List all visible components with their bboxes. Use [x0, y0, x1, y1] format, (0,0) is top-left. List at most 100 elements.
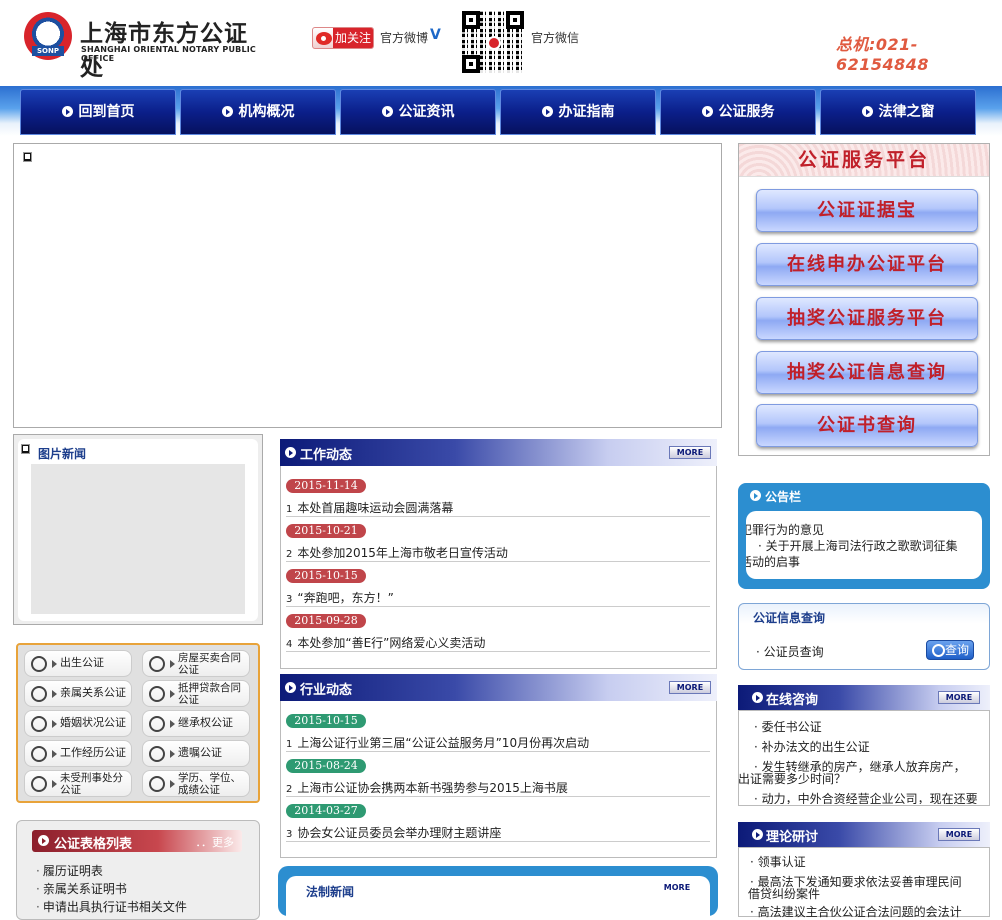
- consult-item[interactable]: · 补办法文的出生公证: [754, 740, 870, 755]
- service-marriage[interactable]: 婚姻状况公证: [24, 710, 132, 737]
- lottery-query-button[interactable]: 抽奖公证信息查询: [756, 351, 978, 394]
- service-work-history[interactable]: 工作经历公证: [24, 740, 132, 767]
- weibo-icon: [316, 32, 332, 45]
- forms-header: 公证表格列表 ．．更多: [32, 830, 242, 852]
- link-icon: [31, 686, 47, 702]
- notice-item[interactable]: 活动的启事: [746, 555, 800, 570]
- official-wechat-label: 官方微信: [531, 31, 580, 45]
- industry-news-more-button[interactable]: MORE: [669, 681, 711, 694]
- work-news-more-button[interactable]: MORE: [669, 446, 711, 459]
- header: SONP 上海市东方公证处 SHANGHAI ORIENTAL NOTARY P…: [0, 0, 1002, 88]
- arrow-circle-icon: [861, 106, 873, 117]
- theory-item[interactable]: · 领事认证: [750, 855, 806, 870]
- logo-emblem-icon: SONP: [24, 12, 72, 60]
- service-mortgage[interactable]: 抵押贷款合同公证: [142, 680, 250, 707]
- follow-label: 加关注: [333, 28, 373, 48]
- broken-image-icon: [23, 152, 32, 162]
- banner-slideshow[interactable]: [13, 143, 722, 428]
- news-item[interactable]: 1 本处首届趣味运动会圆满落幕: [286, 499, 710, 517]
- service-house-sale[interactable]: 房屋买卖合同公证: [142, 650, 250, 677]
- arrow-circle-icon: [285, 682, 296, 693]
- broken-image-icon: [21, 444, 30, 454]
- news-item[interactable]: 2 本处参加2015年上海市敬老日宣传活动: [286, 544, 710, 562]
- photo-news-image[interactable]: [31, 464, 245, 614]
- platform-title: 公证服务平台: [739, 144, 989, 177]
- work-news-header: 工作动态 MORE: [280, 439, 717, 466]
- card-icon: [149, 746, 165, 762]
- nav-home[interactable]: 回到首页: [20, 89, 176, 135]
- sun-icon: [31, 656, 47, 672]
- nav-guide[interactable]: 办证指南: [500, 89, 656, 135]
- fingerprint-icon: [31, 776, 47, 792]
- news-date: 2015-09-28: [286, 614, 366, 628]
- news-item[interactable]: 1 上海公证行业第三届“公证公益服务月”10月份再次启动: [286, 734, 710, 752]
- news-date: 2015-10-15: [286, 714, 366, 728]
- wechat-qr-code: [460, 9, 526, 75]
- consult-title: 在线咨询: [766, 693, 819, 708]
- nav-law[interactable]: 法律之窗: [820, 89, 976, 135]
- news-date: 2015-08-24: [286, 759, 366, 773]
- service-birth[interactable]: 出生公证: [24, 650, 132, 677]
- news-item[interactable]: 2 上海市公证协会携两本新书强势参与2015上海书展: [286, 779, 710, 797]
- weibo-follow-button[interactable]: 加关注: [312, 27, 374, 49]
- lottery-service-button[interactable]: 抽奖公证服务平台: [756, 297, 978, 340]
- news-date: 2014-03-27: [286, 804, 366, 818]
- theory-header: 理论研讨 MORE: [738, 822, 990, 847]
- book-icon: [149, 776, 165, 792]
- forms-more-link[interactable]: ．．更多: [196, 834, 235, 850]
- service-inheritance[interactable]: 继承权公证: [142, 710, 250, 737]
- service-will[interactable]: 遗嘱公证: [142, 740, 250, 767]
- news-date: 2015-11-14: [286, 479, 366, 493]
- main-nav: 回到首页 机构概况 公证资讯 办证指南 公证服务 法律之窗: [0, 86, 1002, 136]
- consult-more-button[interactable]: MORE: [938, 691, 980, 704]
- arrow-circle-icon: [752, 829, 763, 840]
- nav-services[interactable]: 公证服务: [660, 89, 816, 135]
- logo-title-en: SHANGHAI ORIENTAL NOTARY PUBLIC OFFICE: [81, 45, 256, 63]
- arrow-circle-icon: [750, 490, 761, 501]
- arrow-circle-icon: [38, 835, 49, 846]
- consult-item[interactable]: · 委任书公证: [754, 720, 822, 735]
- notary-query-link[interactable]: · 公证员查询: [756, 643, 824, 660]
- form-item[interactable]: 履历证明表: [36, 862, 103, 879]
- form-item[interactable]: 亲属关系证明书: [36, 880, 127, 897]
- query-button[interactable]: 查询: [926, 640, 974, 660]
- law-news-more-button[interactable]: MORE: [656, 882, 698, 895]
- notice-scroller[interactable]: 犯罪行为的意见 · 关于开展上海司法行政之歌歌词征集 活动的启事: [746, 511, 982, 579]
- notice-item[interactable]: 犯罪行为的意见: [746, 523, 824, 538]
- consult-header: 在线咨询 MORE: [738, 685, 990, 710]
- nav-about[interactable]: 机构概况: [180, 89, 336, 135]
- nav-news[interactable]: 公证资讯: [340, 89, 496, 135]
- service-kinship[interactable]: 亲属关系公证: [24, 680, 132, 707]
- form-item[interactable]: 申请出具执行证书相关文件: [36, 898, 187, 915]
- arrow-circle-icon: [381, 106, 393, 117]
- consult-item[interactable]: 出证需要多少时间？: [738, 772, 846, 787]
- arrow-circle-icon: [541, 106, 553, 117]
- logo[interactable]: SONP 上海市东方公证处 SHANGHAI ORIENTAL NOTARY P…: [24, 12, 264, 81]
- person-icon: [31, 716, 47, 732]
- official-weibo-link[interactable]: 官方微博: [380, 29, 428, 46]
- news-item[interactable]: 4 本处参加“善E行”网络爱心义卖活动: [286, 634, 710, 652]
- online-apply-button[interactable]: 在线申办公证平台: [756, 243, 978, 286]
- service-no-criminal[interactable]: 未受刑事处分公证: [24, 770, 132, 797]
- theory-title: 理论研讨: [766, 830, 819, 845]
- certificate-query-button[interactable]: 公证书查询: [756, 404, 978, 447]
- theory-item[interactable]: · 高法建议主合伙公证合法问题的会法计: [750, 905, 962, 920]
- verified-v-icon: V: [430, 27, 441, 43]
- work-news-title: 工作动态: [300, 448, 353, 463]
- evidence-vault-button[interactable]: 公证证据宝: [756, 189, 978, 232]
- service-platform-panel: 公证服务平台 公证证据宝 在线申办公证平台 抽奖公证服务平台 抽奖公证信息查询 …: [738, 143, 990, 456]
- arrow-circle-icon: [701, 106, 713, 117]
- theory-more-button[interactable]: MORE: [938, 828, 980, 841]
- theory-item[interactable]: 借贷纠纷案件: [748, 887, 820, 902]
- house-icon: [149, 656, 165, 672]
- news-item[interactable]: 3 协会女公证员委员会举办理财主题讲座: [286, 824, 710, 842]
- arrow-circle-icon: [61, 106, 73, 117]
- scale-icon: [149, 686, 165, 702]
- industry-news-header: 行业动态 MORE: [280, 674, 717, 701]
- news-date: 2015-10-15: [286, 569, 366, 583]
- service-education[interactable]: 学历、学位、成绩公证: [142, 770, 250, 797]
- news-item[interactable]: 3 “奔跑吧，东方！”: [286, 589, 710, 607]
- notice-item[interactable]: · 关于开展上海司法行政之歌歌词征集: [758, 539, 958, 554]
- notice-title: 公告栏: [765, 490, 802, 504]
- consult-item[interactable]: · 动力，中外合资经营企业公司，现在还要: [754, 792, 978, 804]
